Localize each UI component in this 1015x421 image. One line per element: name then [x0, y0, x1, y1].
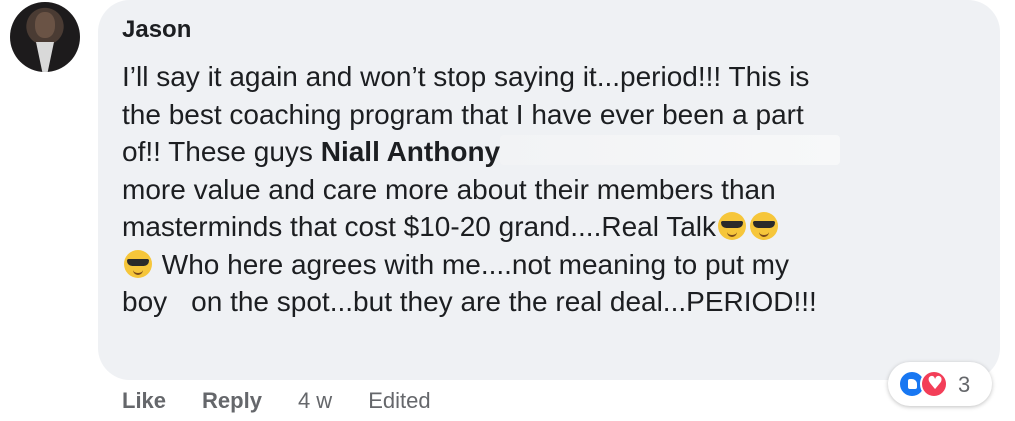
avatar-face [35, 12, 55, 38]
sunglasses-emoji-icon [750, 212, 779, 240]
comment-line-3-text: of!! These guys [122, 136, 321, 167]
comment-container: Jason I’ll say it again and won’t stop s… [0, 0, 1015, 421]
mention-link[interactable]: Niall Anthony [321, 136, 500, 167]
comment-line-2: the best coaching program that I have ev… [122, 98, 804, 130]
sunglasses-emoji-icon [718, 212, 747, 240]
comment-line-1: I’ll say it again and won’t stop saying … [122, 61, 810, 92]
reply-button[interactable]: Reply [202, 388, 262, 414]
comment-actions: Like Reply 4 w Edited [122, 388, 431, 414]
comment-line-5: masterminds that cost $10-20 grand....Re… [122, 208, 982, 246]
comment-line-7: boy on the spot...but they are the real d… [122, 283, 982, 321]
love-icon [920, 370, 948, 398]
comment-line-3: of!! These guys Niall Anthony [122, 133, 982, 171]
sunglasses-emoji-icon [124, 249, 152, 278]
like-button[interactable]: Like [122, 388, 166, 414]
comment-line-6-text: Who here agrees with me....not meaning t… [154, 248, 789, 280]
comment-line-4: more value and care more about their mem… [122, 173, 776, 205]
comment-author[interactable]: Jason [122, 16, 191, 44]
comment-line-7-text-a: boy [122, 286, 168, 317]
reactions-badge[interactable]: 3 [888, 362, 992, 406]
comment-timestamp[interactable]: 4 w [298, 388, 332, 414]
avatar-shirt [36, 42, 54, 72]
edited-label[interactable]: Edited [368, 388, 430, 414]
comment-line-5-text: masterminds that cost $10-20 grand....Re… [122, 211, 717, 242]
comment-line-6: Who here agrees with me....not meaning t… [122, 246, 982, 284]
reaction-count: 3 [958, 372, 971, 397]
comment-line-7-text-b: on the spot...but they are the real deal… [191, 286, 817, 317]
avatar[interactable] [10, 2, 80, 72]
comment-text: I’ll say it again and won’t stop saying … [122, 58, 982, 321]
redacted-mention-blur [500, 135, 841, 165]
